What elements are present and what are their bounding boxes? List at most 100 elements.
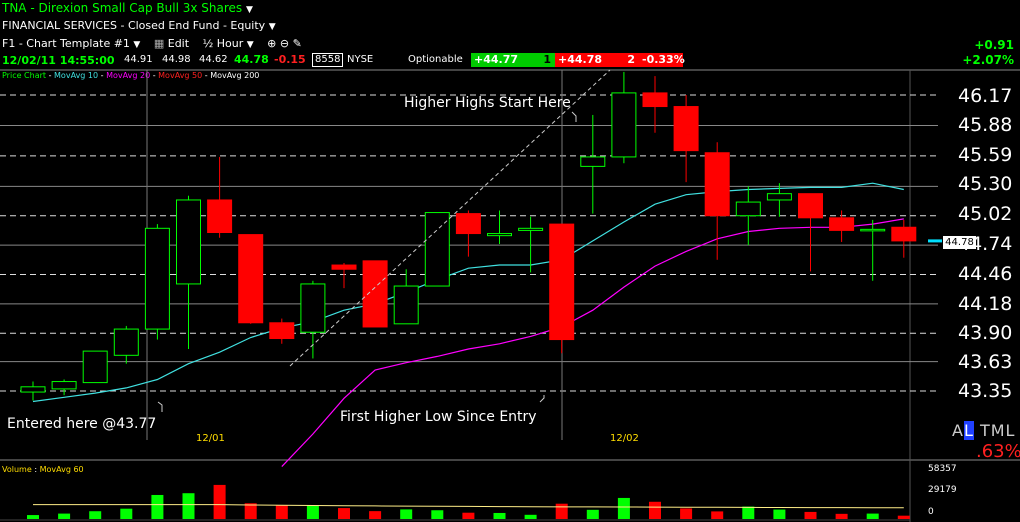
candle-6	[207, 156, 233, 238]
volume-bar-25	[804, 511, 817, 519]
bottom-right-pct: .63%	[976, 441, 1020, 462]
candle-body-17	[549, 223, 575, 341]
candle-23	[735, 186, 761, 246]
price-chart[interactable]	[0, 0, 1020, 522]
candle-11	[362, 260, 388, 328]
candle-body-24	[766, 193, 792, 201]
candle-body-21	[673, 106, 699, 152]
volume-bar-1	[58, 513, 71, 519]
volume-bar-19	[617, 497, 630, 519]
volume-bar-2	[89, 511, 102, 519]
volume-sep: :	[34, 465, 38, 474]
volume-bar-21	[680, 508, 693, 519]
volume-bar-9	[306, 505, 319, 519]
candle-body-15	[487, 233, 512, 237]
volume-bar-10	[338, 508, 350, 519]
volume-ma-label: MovAvg 60	[39, 465, 84, 474]
candle-body-16	[518, 227, 544, 231]
candle-body-12	[393, 285, 419, 325]
date-label-2: 12/02	[610, 433, 639, 444]
volume-bars	[0, 484, 910, 521]
volume-tick-0: 58357	[928, 464, 957, 474]
candle-7	[238, 234, 264, 324]
volume-bar-15	[493, 512, 506, 519]
price-tick-4: 45.02	[958, 203, 1013, 225]
candle-body-9	[300, 283, 326, 333]
candle-10	[331, 262, 357, 289]
bottom-right-indicator: AL TML	[952, 421, 1015, 440]
candle-3	[113, 325, 139, 364]
candle-body-8	[269, 322, 295, 340]
candle-body-25	[798, 193, 823, 219]
candle-body-23	[735, 201, 761, 217]
candle-28	[891, 219, 917, 258]
candle-4	[144, 224, 170, 340]
candle-body-5	[176, 199, 201, 285]
price-tick-6: 44.46	[958, 263, 1013, 285]
candle-body-1	[51, 381, 77, 390]
candle-20	[642, 76, 668, 133]
volume-bar-12	[400, 509, 413, 519]
candle-body-27	[860, 228, 886, 232]
volume-bar-0	[27, 515, 39, 519]
volume-ma-line	[33, 504, 904, 509]
candle-0	[20, 381, 46, 401]
price-tick-8: 43.90	[958, 322, 1013, 344]
volume-bar-14	[462, 512, 475, 519]
volume-bar-6	[213, 484, 226, 519]
price-tick-7: 44.18	[958, 293, 1013, 315]
candle-body-7	[238, 234, 264, 324]
volume-bar-13	[431, 510, 444, 519]
candle-12	[393, 269, 419, 325]
candle-18	[580, 114, 606, 214]
volume-bar-17	[555, 503, 568, 519]
volume-bar-22	[711, 511, 724, 519]
last-price-tag: 44.78	[943, 236, 976, 249]
candle-2	[82, 350, 108, 384]
candle-body-18	[580, 156, 606, 167]
candle-body-4	[144, 227, 170, 330]
annotation-entered: Entered here @43.77	[7, 416, 157, 432]
date-label-1: 12/01	[196, 433, 225, 444]
price-tick-0: 46.17	[958, 85, 1013, 107]
candle-body-14	[455, 213, 481, 235]
volume-bar-8	[275, 505, 288, 519]
candle-14	[455, 210, 481, 257]
volume-bar-28	[897, 515, 910, 519]
volume-bar-5	[182, 493, 195, 519]
volume-bar-23	[742, 506, 755, 519]
price-tick-2: 45.59	[958, 144, 1013, 166]
candles	[20, 71, 917, 401]
price-tick-3: 45.30	[958, 173, 1013, 195]
annotation-first-higher-low: First Higher Low Since Entry	[340, 409, 537, 425]
volume-label: Volume	[2, 465, 32, 474]
tml-label: TML	[979, 421, 1016, 440]
candle-9	[300, 280, 326, 359]
candle-body-13	[424, 212, 450, 287]
candle-13	[424, 212, 450, 287]
high-marker	[571, 111, 577, 122]
entry-marker	[157, 401, 163, 412]
low-marker	[539, 395, 545, 403]
annotation-higher-highs: Higher Highs Start Here	[404, 95, 571, 111]
volume-bar-18	[586, 509, 599, 519]
candle-body-11	[362, 260, 388, 328]
candle-26	[829, 210, 855, 242]
candle-5	[176, 195, 201, 350]
candle-body-28	[891, 226, 917, 242]
volume-bar-7	[244, 503, 257, 519]
candle-body-26	[829, 217, 855, 231]
volume-bar-26	[835, 513, 848, 519]
volume-bar-16	[524, 514, 537, 519]
volume-bar-20	[649, 501, 661, 519]
candle-17	[549, 223, 575, 354]
price-tick-9: 43.63	[958, 351, 1013, 373]
candle-body-2	[82, 350, 108, 384]
candle-body-3	[113, 328, 139, 356]
volume-tick-1: 29179	[928, 485, 957, 495]
candle-19	[611, 71, 637, 164]
candle-body-10	[331, 264, 357, 270]
volume-bar-24	[773, 509, 786, 519]
candle-body-0	[20, 386, 46, 393]
candle-body-22	[704, 152, 730, 217]
